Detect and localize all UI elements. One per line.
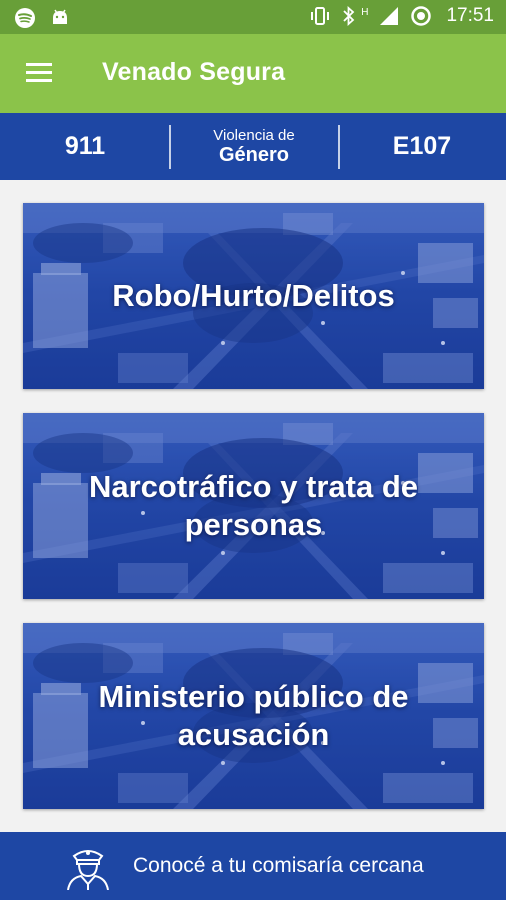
call-e107-button[interactable]: E107 <box>338 113 506 180</box>
card-narcotrafico[interactable]: Narcotráfico y trata de personas <box>23 413 484 599</box>
hamburger-menu-icon[interactable] <box>26 60 54 84</box>
emergency-numbers-bar: 911 Violencia de Género E107 <box>0 113 506 180</box>
clock: 17:51 <box>446 5 494 27</box>
nearest-police-station-button[interactable]: Conocé a tu comisaría cercana <box>0 832 506 900</box>
android-icon <box>50 8 70 28</box>
card-robo-hurto-delitos[interactable]: Robo/Hurto/Delitos <box>23 203 484 389</box>
app-title: Venado Segura <box>102 58 285 87</box>
content-area: Robo/Hurto/Delitos Narcotráfico y trata … <box>0 180 506 832</box>
network-type-label: H <box>361 7 368 18</box>
spotify-icon <box>14 7 36 29</box>
police-officer-icon <box>64 844 112 890</box>
call-e107-label: E107 <box>393 132 451 161</box>
vibrate-icon <box>309 5 331 27</box>
nearest-police-station-label: Conocé a tu comisaría cercana <box>133 854 424 878</box>
call-911-button[interactable]: 911 <box>0 113 170 180</box>
app-bar: Venado Segura <box>0 34 506 113</box>
status-bar: H 17:51 <box>0 0 506 34</box>
card-label: Ministerio público de acusación <box>23 623 484 809</box>
bluetooth-icon <box>341 5 357 27</box>
card-label: Narcotráfico y trata de personas <box>23 413 484 599</box>
signal-icon <box>378 5 400 27</box>
gender-violence-small-label: Violencia de <box>213 127 294 144</box>
sync-icon <box>410 5 432 27</box>
call-911-label: 911 <box>65 132 105 161</box>
card-ministerio-publico[interactable]: Ministerio público de acusación <box>23 623 484 809</box>
gender-violence-big-label: Género <box>219 144 289 167</box>
card-label: Robo/Hurto/Delitos <box>23 203 484 389</box>
gender-violence-button[interactable]: Violencia de Género <box>170 113 338 180</box>
